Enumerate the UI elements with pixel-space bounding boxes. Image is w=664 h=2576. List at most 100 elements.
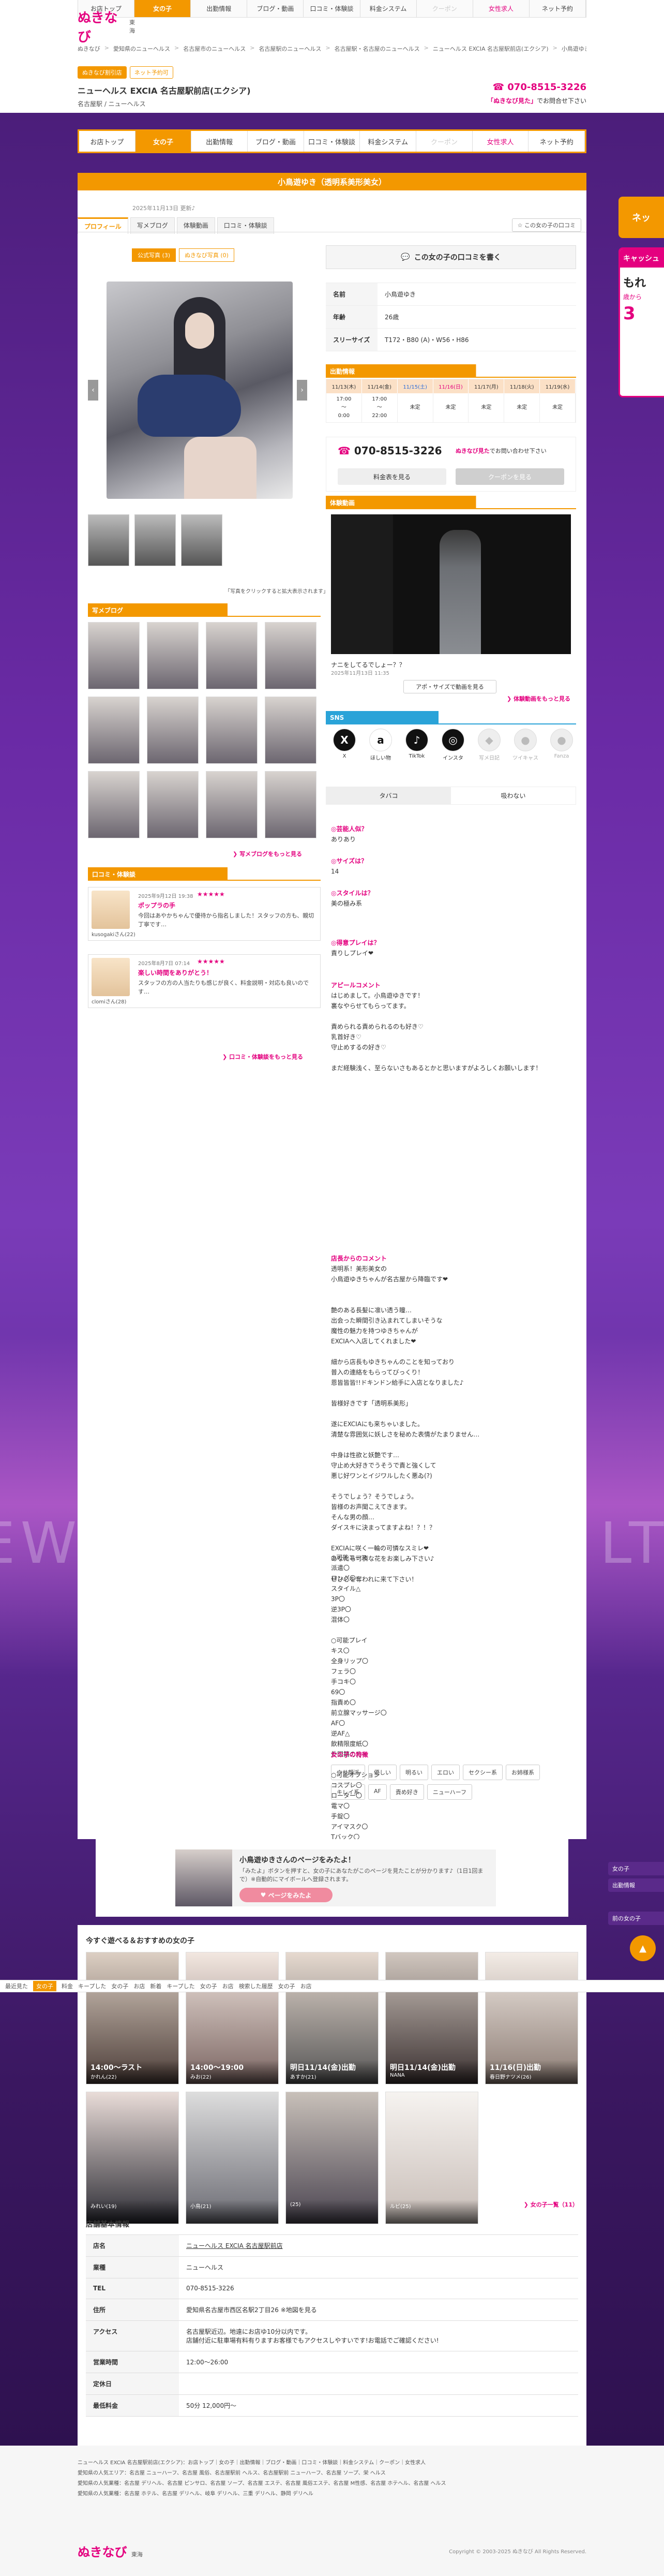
nav-item-7[interactable]: 女性求人 [473,0,530,17]
side-girls-button[interactable]: 女の子 [608,1862,664,1875]
footer-logo[interactable]: ぬきなび 東海 [78,2542,143,2560]
tab-official-photos[interactable]: 公式写真 (3) [132,248,176,262]
write-review-button[interactable]: 💬 この女の子の口コミを書く [326,245,576,269]
price-button[interactable]: 料金表を見る [338,468,446,485]
sns-X-link[interactable]: XX [331,729,358,761]
review-more-link[interactable]: ❯ 口コミ・体験談をもっと見る [222,1053,303,1061]
review-link-button[interactable]: ☆ この女の子の口コミ [511,218,581,232]
blog-more-link[interactable]: ❯ 写メブログをもっと見る [233,850,302,858]
photo-thumbnail[interactable] [88,514,129,566]
nav-item-1[interactable]: 女の子 [134,0,191,17]
recommend-card[interactable]: 小鳥(21) [186,2092,279,2224]
nav-item-0[interactable]: お店トップ [79,131,135,152]
side-schedule-button[interactable]: 出勤情報 [608,1878,664,1892]
nav-item-1[interactable]: 女の子 [135,131,192,152]
nav-item-7[interactable]: 女性求人 [473,131,529,152]
go-top-button[interactable]: ▲ [630,1935,656,1961]
video-more-link[interactable]: ❯ 体験動画をもっと見る [507,694,570,703]
feature-tag[interactable]: ウサ顔派 [331,1765,365,1780]
nav-item-6[interactable]: クーポン [416,131,473,152]
history-bar-item[interactable]: お店 [133,1982,145,1990]
photo-next-button[interactable]: › [297,380,307,401]
blog-thumbnail[interactable] [265,622,316,689]
nav-item-5[interactable]: 料金システム [360,0,417,17]
shop-tel[interactable]: ☎ 070-8515-3226 [493,82,586,93]
recommend-card[interactable]: みれい(19) [86,2092,179,2224]
photo-thumbnail[interactable] [134,514,176,566]
history-bar-item[interactable]: 女の子 [33,1981,56,1991]
recommend-card[interactable]: 14:00〜19:00 みお(22) [186,1952,279,2084]
blog-thumbnail[interactable] [147,771,199,838]
history-bar-item[interactable]: 女の子 [200,1982,217,1990]
feature-tag[interactable]: 責め好き [389,1784,424,1800]
history-bar-item[interactable]: 最近見た [5,1982,28,1990]
girl-tel[interactable]: ☎ 070-8515-3226 [338,445,442,457]
tab-nukinavi-photos[interactable]: ぬきなび写真 (0) [179,248,234,262]
feature-tag[interactable]: セクシー系 [463,1765,503,1780]
nav-item-5[interactable]: 料金システム [360,131,417,152]
history-bar-item[interactable]: キープした [78,1982,106,1990]
recommend-card[interactable]: (25) [285,2092,379,2224]
breadcrumb-item[interactable]: 名古屋市のニューヘルス [183,45,246,53]
feature-tag[interactable]: AF [368,1784,387,1800]
shop-info-value[interactable]: ニューヘルス EXCIA 名古屋駅前店 [179,2235,578,2256]
nav-item-6[interactable]: クーポン [417,0,473,17]
photo-prev-button[interactable]: ‹ [88,380,98,401]
recommend-card[interactable]: 11/16(日)出勤 春日野ナツメ(26) [485,1952,578,2084]
girls-list-link[interactable]: ❯ 女の子一覧（11） [524,2200,578,2209]
site-logo[interactable]: ぬきなび 東海 [78,10,140,45]
breadcrumb-item[interactable]: 名古屋駅・名古屋のニューヘルス [335,45,420,53]
recommend-card[interactable]: 14:00〜ラスト かれん(22) [86,1952,179,2084]
breadcrumb-item[interactable]: 名古屋駅のニューヘルス [259,45,321,53]
experience-video[interactable] [331,514,571,654]
blog-thumbnail[interactable] [88,622,140,689]
blog-thumbnail[interactable] [147,697,199,764]
blog-thumbnail[interactable] [206,697,258,764]
side-ad-banner[interactable]: キャッシュ もれ 歳から 3 [618,247,664,397]
feature-tag[interactable]: お姉様系 [506,1765,540,1780]
blog-thumbnail[interactable] [88,697,140,764]
blog-thumbnail[interactable] [147,622,199,689]
history-bar-item[interactable]: 女の子 [278,1982,295,1990]
feature-tag[interactable]: エロい [431,1765,460,1780]
history-bar-item[interactable]: 料金 [62,1982,73,1990]
blog-thumbnail[interactable] [88,771,140,838]
history-bar-item[interactable]: 検索した履歴 [239,1982,273,1990]
sns-TikTok-link[interactable]: ♪ TikTok [403,729,430,761]
nav-item-3[interactable]: ブログ・動画 [247,0,304,17]
history-bar-item[interactable]: 新着 [150,1982,161,1990]
footer-links[interactable]: ニューヘルス EXCIA 名古屋駅前店(エクシア)：お店トップ｜女の子｜出勤情報… [78,2458,586,2499]
breadcrumb-item[interactable]: ぬきなび [78,45,100,53]
coupon-button[interactable]: クーポンを見る [456,468,564,485]
nav-item-4[interactable]: 口コミ・体験談 [304,131,360,152]
nav-item-4[interactable]: 口コミ・体験談 [304,0,360,17]
feature-tag[interactable]: 明るい [400,1765,428,1780]
sns-ほしい物-link[interactable]: a ほしい物 [367,729,394,761]
history-bar-item[interactable]: キープした [167,1982,194,1990]
mitayo-button[interactable]: ♥ ページをみたよ [239,1888,333,1902]
recommend-card[interactable]: 明日11/14(金)出勤 あすか(21) [285,1952,379,2084]
blog-thumbnail[interactable] [206,622,258,689]
side-prev-girl-button[interactable]: 前の女の子 [608,1912,664,1925]
nav-item-2[interactable]: 出勤情報 [191,131,248,152]
side-net-reserve-tab[interactable]: ネッ [618,197,664,238]
feature-tag[interactable]: ニューハーフ [427,1784,472,1800]
feature-tag[interactable]: 優しい [368,1765,397,1780]
review-item[interactable]: kusogakiさん(22) 2025年9月12日 19:38 ★★★★★ ポップラの… [88,887,321,941]
nav-item-8[interactable]: ネット予約 [530,0,586,17]
blog-thumbnail[interactable] [206,771,258,838]
photo-thumbnail[interactable] [181,514,222,566]
breadcrumb-item[interactable]: 愛知県のニューヘルス [113,45,170,53]
main-photo[interactable] [107,282,293,499]
review-item[interactable]: clomiさん(28) 2025年8月7日 07:14 ★★★★★ 楽しい時間をありが… [88,954,321,1008]
recommend-card[interactable]: 明日11/14(金)出勤 NANA [385,1952,478,2084]
nav-item-2[interactable]: 出勤情報 [191,0,248,17]
blog-thumbnail[interactable] [265,697,316,764]
video-watch-button[interactable]: アポ・サイズで動画を見る [403,680,496,693]
nav-item-3[interactable]: ブログ・動画 [248,131,304,152]
sns-インスタ-link[interactable]: ◎ インスタ [440,729,466,761]
nav-item-8[interactable]: ネット予約 [529,131,585,152]
blog-thumbnail[interactable] [265,771,316,838]
recommend-card[interactable]: ルビ(25) [385,2092,478,2224]
video-title[interactable]: ナニをしてるでしょー？？ [331,660,405,669]
